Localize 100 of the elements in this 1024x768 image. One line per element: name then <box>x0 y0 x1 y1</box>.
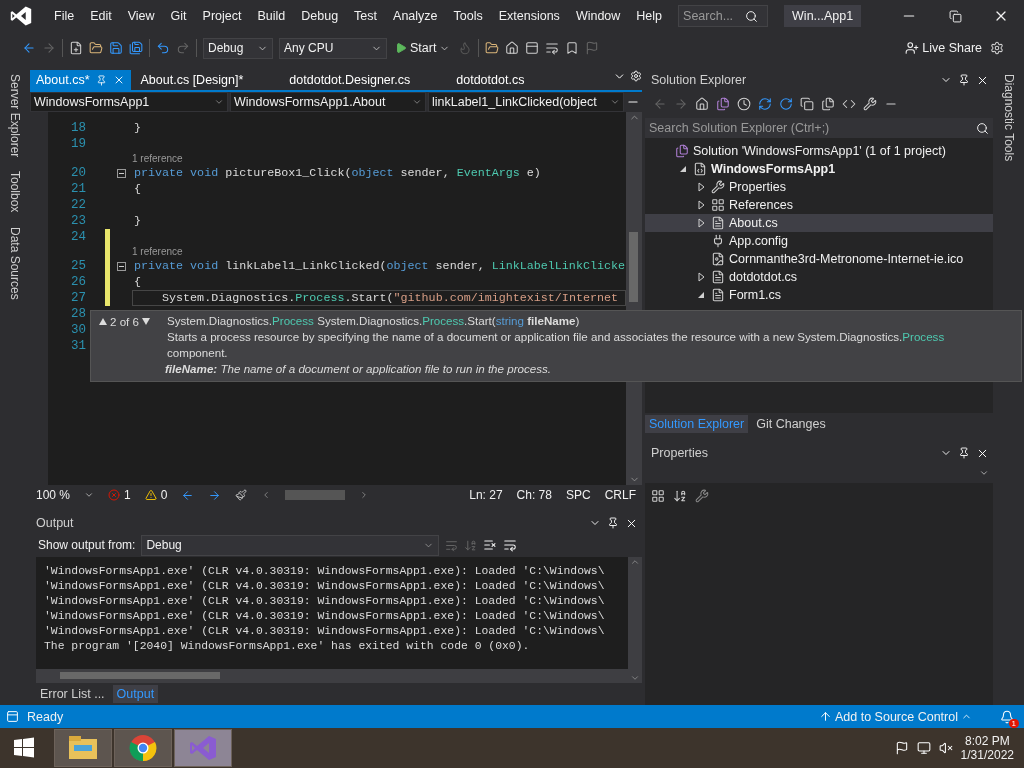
up-arrow-icon[interactable] <box>99 317 107 325</box>
tree-item[interactable]: WindowsFormsApp1 <box>645 160 993 178</box>
document-tab[interactable]: About.cs [Design]* <box>134 70 250 90</box>
forward-icon[interactable] <box>208 488 222 502</box>
menu-item[interactable]: Help <box>628 4 671 28</box>
collapsed-arrow-icon[interactable] <box>697 272 705 282</box>
panel-tab[interactable]: Git Changes <box>752 415 830 433</box>
document-tab[interactable]: dotdotdot.Designer.cs <box>283 70 417 90</box>
zoom-level[interactable]: 100 % <box>36 488 71 502</box>
search-field[interactable]: Search Solution Explorer (Ctrl+;) <box>645 118 993 138</box>
indent-icon[interactable] <box>545 41 560 55</box>
horizontal-scrollbar[interactable] <box>36 669 628 683</box>
caret-icon[interactable] <box>979 468 989 478</box>
caret-icon[interactable] <box>610 97 620 107</box>
search-icon[interactable] <box>976 121 989 135</box>
pin-icon[interactable] <box>958 73 970 86</box>
search-icon[interactable] <box>745 9 759 23</box>
bookmark-icon[interactable] <box>565 41 580 55</box>
code-icon[interactable] <box>842 97 856 111</box>
tree-item[interactable]: Cornmanthe3rd-Metronome-Internet-ie.ico <box>645 250 993 268</box>
categorized-icon[interactable] <box>651 489 665 503</box>
play-icon[interactable] <box>395 42 407 54</box>
tree-item[interactable]: References <box>645 196 993 214</box>
whitespace-mode[interactable]: SPC <box>565 488 591 502</box>
side-tab[interactable]: Server Explorer <box>6 72 24 160</box>
tree-item[interactable]: App.config <box>645 232 993 250</box>
pin-icon[interactable] <box>607 516 619 529</box>
horizontal-scrollbar[interactable] <box>285 490 346 500</box>
reference-count[interactable]: 1 reference <box>132 153 626 164</box>
caret-icon[interactable] <box>412 97 422 107</box>
collapse-all-icon[interactable] <box>800 97 814 111</box>
tree-item[interactable]: Properties <box>645 178 993 196</box>
go-to-icon[interactable] <box>445 538 459 552</box>
menu-item[interactable]: Tools <box>445 4 491 28</box>
sync-icon[interactable] <box>758 97 772 111</box>
platform-dropdown[interactable]: Any CPU <box>279 37 387 59</box>
save-all-icon[interactable] <box>129 41 143 55</box>
show-all-files-icon[interactable] <box>821 97 835 111</box>
up-arrow-icon[interactable] <box>819 710 832 723</box>
taskbar-app[interactable] <box>114 729 172 767</box>
clear-all-icon[interactable] <box>483 538 498 552</box>
panel-tab[interactable]: Output <box>112 685 159 703</box>
search-field[interactable]: Search... <box>678 5 769 27</box>
navigation-dropdown[interactable]: WindowsFormsApp1.About <box>230 92 426 112</box>
tree-item[interactable]: Solution 'WindowsFormsApp1' (1 of 1 project) <box>645 142 993 160</box>
menu-item[interactable]: Analyze <box>385 4 446 28</box>
user-plus-icon[interactable] <box>905 41 920 55</box>
collapse-icon[interactable] <box>116 261 126 271</box>
document-tab[interactable]: dotdotdot.cs <box>450 70 531 90</box>
side-tab[interactable]: Toolbox <box>6 169 24 215</box>
reference-count[interactable]: 1 reference <box>132 246 626 257</box>
side-tab[interactable]: Diagnostic Tools <box>999 72 1018 164</box>
files-icon[interactable] <box>716 97 730 111</box>
live-share-button[interactable]: Live Share <box>903 39 984 57</box>
back-icon[interactable] <box>181 488 195 502</box>
error-count[interactable]: 1 <box>124 488 131 502</box>
menu-item[interactable]: View <box>119 4 163 28</box>
line-ending[interactable]: CRLF <box>604 488 636 502</box>
folder-icon[interactable] <box>485 41 500 55</box>
menu-item[interactable]: Project <box>194 4 250 28</box>
flag-icon[interactable] <box>894 741 909 755</box>
output-source-dropdown[interactable]: Debug <box>141 534 440 556</box>
home-icon[interactable] <box>505 41 520 55</box>
source-control-button[interactable]: Add to Source Control <box>817 707 974 726</box>
expanded-arrow-icon[interactable] <box>679 165 687 173</box>
search-input[interactable]: Search Solution Explorer (Ctrl+;) <box>649 121 949 135</box>
refresh-icon[interactable] <box>779 97 793 111</box>
menu-item[interactable]: Git <box>162 4 195 28</box>
panel-tab[interactable]: Solution Explorer <box>645 415 749 433</box>
panel-icon[interactable] <box>525 41 540 55</box>
brush-icon[interactable] <box>235 489 248 501</box>
clock-time[interactable]: 8:02 PM <box>964 734 1010 748</box>
menu-item[interactable]: File <box>46 4 83 28</box>
tree-item[interactable]: About.cs <box>645 214 993 232</box>
tree-item[interactable]: dotdotdot.cs <box>645 268 993 286</box>
tree-item[interactable]: Form1.cs <box>645 286 993 304</box>
wrench-icon[interactable] <box>863 97 877 111</box>
network-icon[interactable] <box>916 741 931 755</box>
scrollbar-thumb[interactable] <box>629 232 638 302</box>
search-input[interactable]: Search... <box>683 9 746 23</box>
settings-icon[interactable] <box>990 41 1004 55</box>
word-wrap-icon[interactable] <box>503 538 518 552</box>
save-icon[interactable] <box>109 41 123 55</box>
folder-icon[interactable] <box>89 41 103 55</box>
notification-icon[interactable] <box>1000 709 1014 724</box>
menu-item[interactable]: Test <box>346 4 386 28</box>
collapse-icon[interactable] <box>116 168 126 178</box>
menu-item[interactable]: Edit <box>82 4 120 28</box>
undo-icon[interactable] <box>156 41 170 55</box>
warning-count[interactable]: 0 <box>160 488 168 502</box>
wrench-icon[interactable] <box>695 489 709 503</box>
menu-item[interactable]: Build <box>249 4 294 28</box>
clock-icon[interactable] <box>737 97 751 111</box>
menu-item[interactable]: Window <box>567 4 629 28</box>
restore-icon[interactable] <box>948 9 962 23</box>
menu-item[interactable]: Extensions <box>490 4 568 28</box>
redo-icon[interactable] <box>176 41 190 55</box>
dropdown-icon[interactable] <box>84 490 95 500</box>
back-icon[interactable] <box>22 41 36 55</box>
pin-icon[interactable] <box>958 446 970 459</box>
